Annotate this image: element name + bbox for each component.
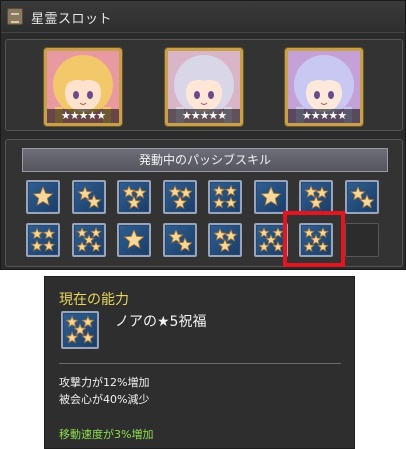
star-icon: [122, 184, 147, 210]
skill-slot[interactable]: [71, 223, 106, 257]
book-icon: [7, 8, 23, 25]
skill-slot[interactable]: [26, 180, 60, 214]
empty-skill-slot[interactable]: [344, 223, 379, 257]
skill-slot[interactable]: [299, 180, 333, 214]
tooltip-heading: 現在の能力: [59, 292, 129, 308]
skill-slot[interactable]: [208, 180, 242, 214]
effect-line: 攻撃力が12%増加: [59, 376, 150, 389]
window-title: 星霊スロット: [31, 12, 113, 27]
title-bar: 星霊スロット: [1, 1, 405, 33]
star-icon: [212, 184, 238, 209]
effect-line: 被会心が40%減少: [59, 393, 150, 406]
extra-effect-line: 移動速度が3%増加: [59, 428, 154, 441]
skill-name: ノアの★5祝福: [115, 314, 207, 330]
skill-slot[interactable]: [162, 180, 197, 214]
star-icon: [123, 228, 145, 249]
star-icon: [32, 185, 54, 206]
star-icon: [349, 185, 375, 209]
skill-slot[interactable]: [253, 180, 288, 214]
rarity-stars: ★★★★★: [47, 109, 119, 123]
spirit-portrait-2[interactable]: ★★★★★: [165, 48, 243, 126]
star-spirit-slot-window: 星霊スロット ★★★★★ ★★★★★ ★★★★★ 発動中のパッシブスキル: [0, 0, 406, 270]
star-icon: [76, 185, 102, 209]
skill-slot[interactable]: [117, 180, 151, 214]
star-icon: [304, 184, 329, 210]
skill-slot[interactable]: [71, 180, 106, 214]
star-icon: [259, 185, 282, 206]
star-icon: [167, 184, 193, 210]
star-icon: [257, 226, 284, 252]
spirit-portrait-1[interactable]: ★★★★★: [44, 48, 122, 126]
skill-tooltip: 現在の能力 ノアの★5祝福 攻撃力が12%増加 被会心が40%減少 移動速度が3…: [44, 276, 355, 449]
portrait-panel: ★★★★★ ★★★★★ ★★★★★: [5, 39, 403, 131]
rarity-stars: ★★★★★: [288, 109, 360, 123]
passive-skills-header: 発動中のパッシブスキル: [22, 148, 388, 172]
skill-slot[interactable]: [162, 223, 197, 257]
star-icon: [65, 315, 95, 344]
star-icon: [167, 228, 193, 252]
selected-slot-highlight: [283, 211, 345, 267]
skill-slot[interactable]: [26, 223, 60, 257]
skill-slot[interactable]: [117, 223, 151, 257]
star-icon: [75, 226, 102, 252]
star-icon: [30, 227, 56, 252]
skill-slot[interactable]: [208, 223, 242, 257]
star-icon: [213, 227, 238, 253]
star-skill-icon: [61, 311, 99, 349]
rarity-stars: ★★★★★: [168, 109, 240, 123]
skill-slot[interactable]: [344, 180, 379, 214]
divider: [59, 363, 341, 364]
spirit-portrait-3[interactable]: ★★★★★: [285, 48, 363, 126]
